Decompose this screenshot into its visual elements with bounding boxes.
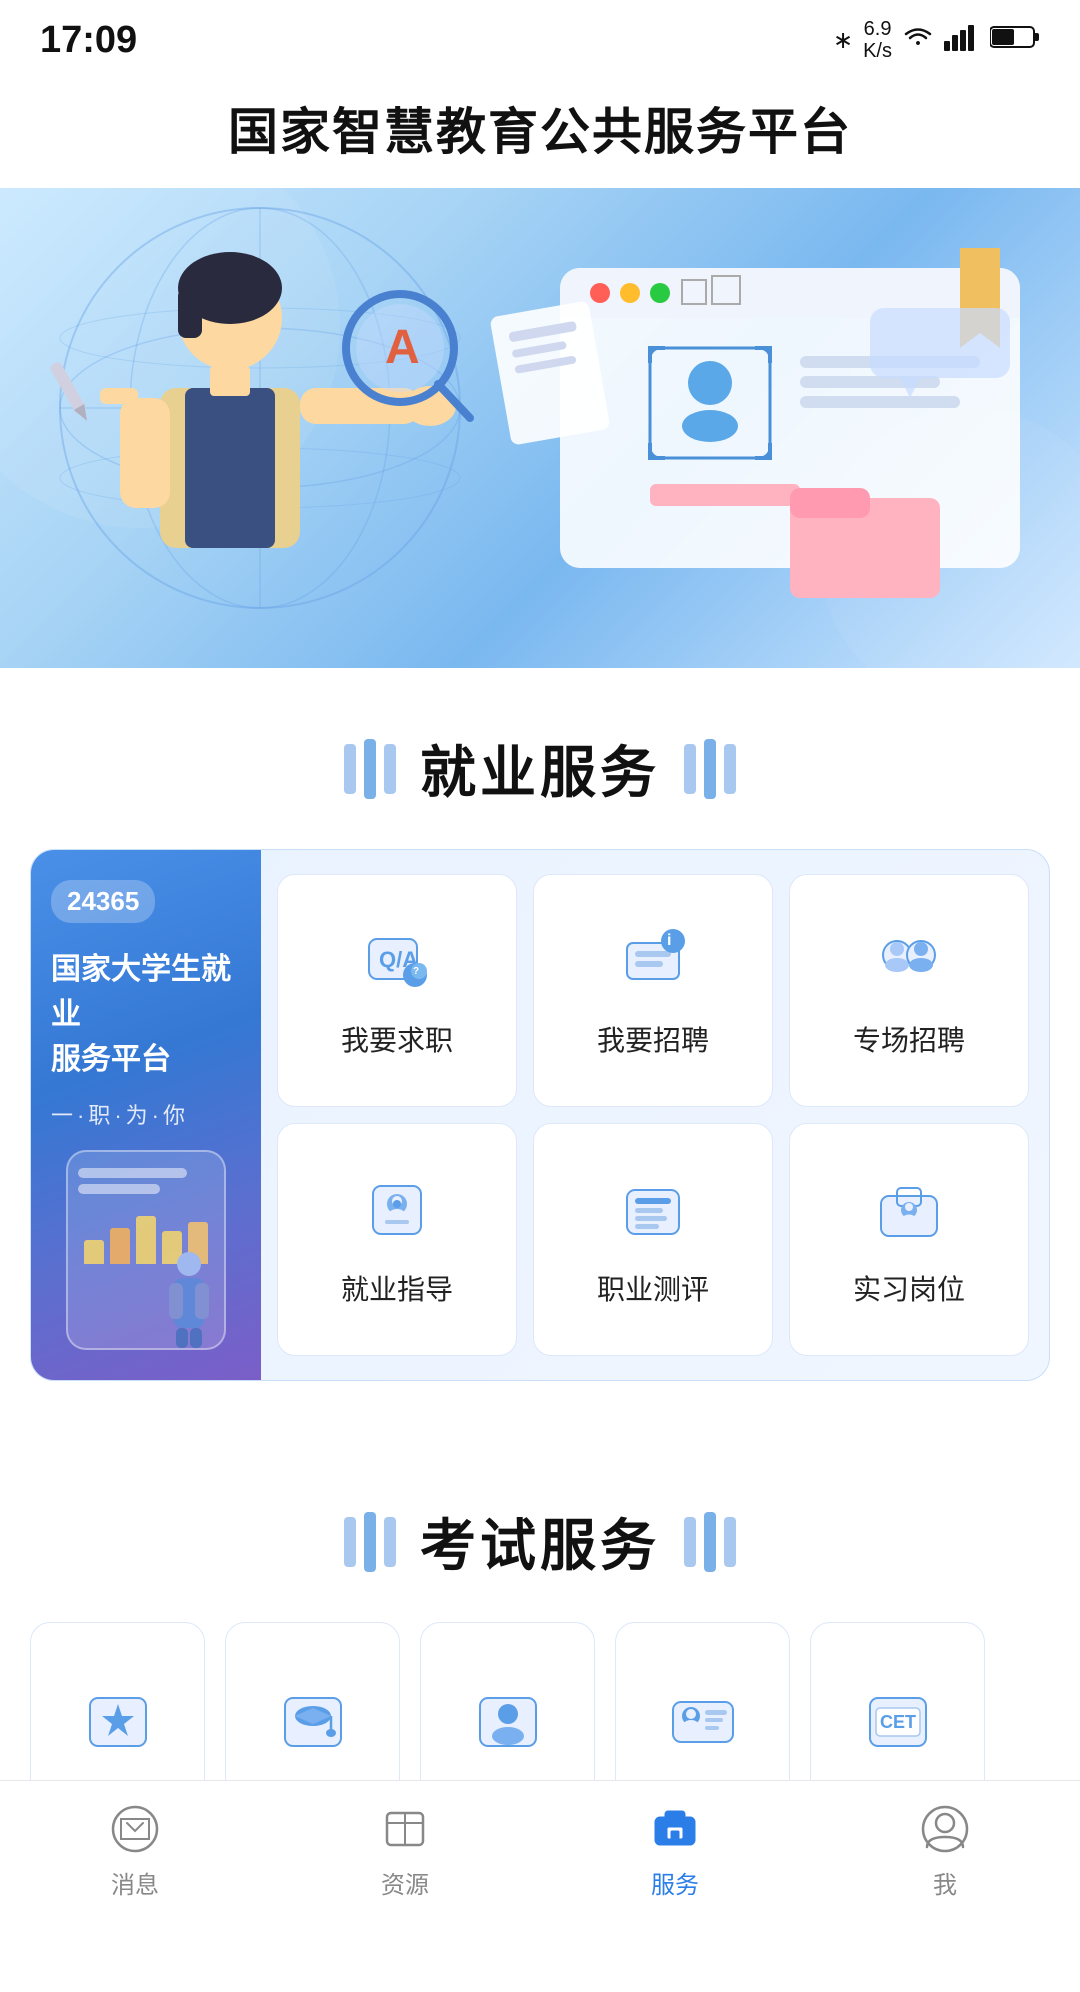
battery-icon	[990, 24, 1040, 57]
svg-text:A: A	[385, 321, 420, 374]
speed-indicator: 6.9K/s	[863, 18, 892, 62]
status-bar: 17:09 ∗ 6.9K/s	[0, 0, 1080, 72]
title-bar-4	[684, 744, 696, 794]
small-figure-svg	[164, 1248, 214, 1348]
service-item-career-test[interactable]: 职业测评	[533, 1123, 773, 1356]
banner: A	[0, 188, 1080, 668]
svg-text:?: ?	[413, 966, 419, 977]
phone-bar-1	[78, 1168, 187, 1178]
service-label-internship: 实习岗位	[853, 1268, 965, 1308]
service-label-guidance: 就业指导	[341, 1268, 453, 1308]
service-icon	[647, 1801, 703, 1857]
svg-text:CET: CET	[880, 1712, 916, 1732]
service-item-job-seek[interactable]: Q/A ? 我要求职	[277, 874, 517, 1107]
service-item-recruit[interactable]: i 我要招聘	[533, 874, 773, 1107]
service-label-job-seek: 我要求职	[341, 1019, 453, 1059]
internship-icon	[869, 1172, 949, 1252]
exam-title-bar-4	[684, 1517, 696, 1567]
recruit-icon: i	[613, 923, 693, 1003]
employment-section-body: 24365 国家大学生就业服务平台 一·职·为·你	[0, 849, 1080, 1441]
title-bar-6	[724, 744, 736, 794]
star-exam-icon	[78, 1682, 158, 1762]
employment-left-title: 国家大学生就业服务平台	[51, 947, 241, 1082]
exam-title: 考试服务	[420, 1501, 660, 1582]
title-bar-1	[344, 744, 356, 794]
signal-icon	[944, 23, 980, 58]
nav-label-services: 服务	[651, 1865, 699, 1900]
phone-bar-2	[78, 1184, 160, 1194]
exam-title-bar-3	[384, 1517, 396, 1567]
nav-item-messages[interactable]: 消息	[87, 1791, 183, 1910]
service-item-internship[interactable]: 实习岗位	[789, 1123, 1029, 1356]
bluetooth-icon: ∗	[833, 26, 853, 55]
employment-left-illustration	[51, 1130, 241, 1350]
status-time: 17:09	[40, 19, 137, 62]
employment-badge: 24365	[51, 880, 155, 923]
exam-title-wrap: 考试服务	[0, 1441, 1080, 1622]
resource-icon	[377, 1801, 433, 1857]
service-label-special-recruit: 专场招聘	[853, 1019, 965, 1059]
chart-bar-3	[136, 1216, 156, 1264]
career-test-icon	[613, 1172, 693, 1252]
employment-title: 就业服务	[420, 728, 660, 809]
employment-title-wrap: 就业服务	[0, 668, 1080, 849]
service-item-guidance[interactable]: 就业指导	[277, 1123, 517, 1356]
employment-left-sub: 一·职·为·你	[51, 1098, 241, 1130]
employment-section: 就业服务 24365 国家大学生就业服务平台 一·职·为·你	[0, 668, 1080, 1441]
chart-bar-2	[110, 1228, 130, 1264]
nav-item-resources[interactable]: 资源	[357, 1791, 453, 1910]
app-title: 国家智慧教育公共服务平台	[0, 92, 1080, 164]
nav-label-profile: 我	[933, 1865, 957, 1900]
service-item-special-recruit[interactable]: 专场招聘	[789, 874, 1029, 1107]
profile-icon	[917, 1801, 973, 1857]
message-icon	[107, 1801, 163, 1857]
app-header: 国家智慧教育公共服务平台	[0, 72, 1080, 188]
job-seek-icon: Q/A ?	[357, 923, 437, 1003]
employment-card: 24365 国家大学生就业服务平台 一·职·为·你	[30, 849, 1050, 1381]
cet-icon: CET	[858, 1682, 938, 1762]
service-label-career-test: 职业测评	[597, 1268, 709, 1308]
id-exam-icon	[663, 1682, 743, 1762]
employment-left-panel: 24365 国家大学生就业服务平台 一·职·为·你	[31, 850, 261, 1380]
nav-item-profile[interactable]: 我	[897, 1791, 993, 1910]
svg-text:i: i	[667, 932, 671, 949]
person-exam-icon	[468, 1682, 548, 1762]
title-bars-left	[344, 739, 396, 799]
exam-title-bar-1	[344, 1517, 356, 1567]
exam-title-bar-2	[364, 1512, 376, 1572]
exam-title-bars-right	[684, 1512, 736, 1572]
title-bars-right	[684, 739, 736, 799]
guidance-icon	[357, 1172, 437, 1252]
exam-title-bars-left	[344, 1512, 396, 1572]
status-icons: ∗ 6.9K/s	[833, 18, 1040, 62]
nav-item-services[interactable]: 服务	[627, 1791, 723, 1910]
exam-title-bar-5	[704, 1512, 716, 1572]
banner-illustration: A	[0, 188, 1080, 668]
chart-bar-1	[84, 1240, 104, 1264]
nav-label-messages: 消息	[111, 1865, 159, 1900]
title-bar-2	[364, 739, 376, 799]
service-label-recruit: 我要招聘	[597, 1019, 709, 1059]
special-recruit-icon	[869, 923, 949, 1003]
bottom-nav: 消息 资源 服务	[0, 1780, 1080, 1920]
employment-right-panel: Q/A ? 我要求职	[261, 850, 1049, 1380]
nav-label-resources: 资源	[381, 1865, 429, 1900]
degree-exam-icon	[273, 1682, 353, 1762]
exam-title-bar-6	[724, 1517, 736, 1567]
title-bar-5	[704, 739, 716, 799]
phone-illustration	[66, 1150, 226, 1350]
wifi-icon	[902, 23, 934, 58]
title-bar-3	[384, 744, 396, 794]
